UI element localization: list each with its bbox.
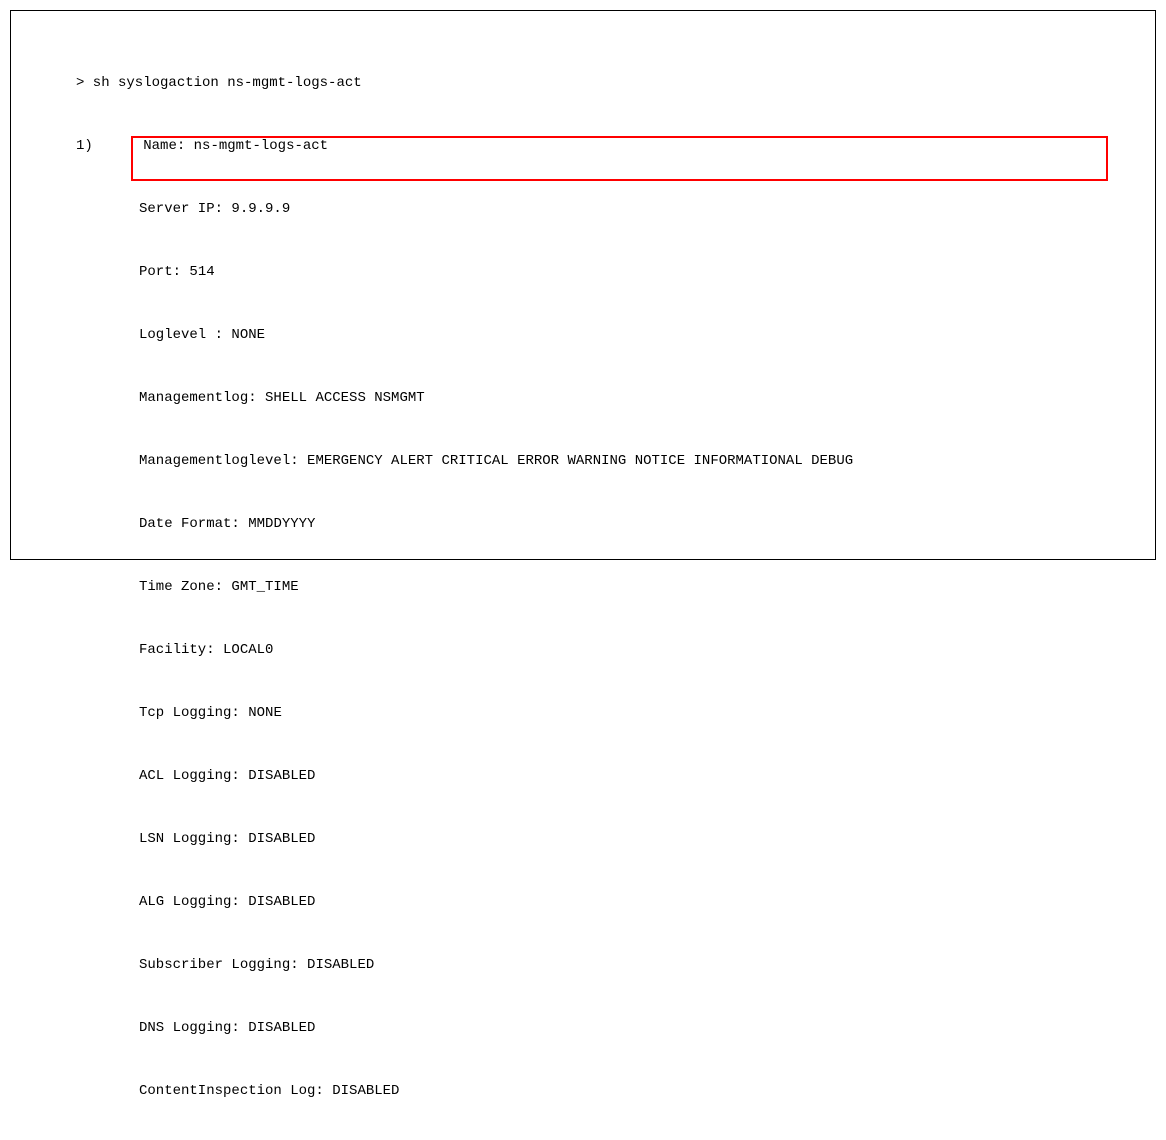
acl-logging-label: ACL Logging: [139, 768, 240, 784]
row-contentinspection-log: ContentInspection Log: DISABLED [76, 1081, 1140, 1102]
command-line: > sh syslogaction ns-mgmt-logs-act [76, 73, 1140, 94]
contentinspection-log-value: DISABLED [332, 1083, 399, 1099]
name-value: ns-mgmt-logs-act [194, 138, 328, 154]
port-value: 514 [189, 264, 214, 280]
terminal-container: > sh syslogaction ns-mgmt-logs-act 1) Na… [10, 10, 1156, 560]
result-row-name: 1) Name: ns-mgmt-logs-act [76, 136, 1140, 157]
row-acl-logging: ACL Logging: DISABLED [76, 766, 1140, 787]
facility-label: Facility: [139, 642, 215, 658]
row-alg-logging: ALG Logging: DISABLED [76, 892, 1140, 913]
dns-logging-label: DNS Logging: [139, 1020, 240, 1036]
terminal-output: > sh syslogaction ns-mgmt-logs-act 1) Na… [26, 31, 1140, 1140]
date-format-value: MMDDYYYY [248, 516, 315, 532]
acl-logging-value: DISABLED [248, 768, 315, 784]
alg-logging-label: ALG Logging: [139, 894, 240, 910]
managementloglevel-label: Managementloglevel: [139, 453, 299, 469]
loglevel-label: Loglevel : [139, 327, 223, 343]
lsn-logging-value: DISABLED [248, 831, 315, 847]
row-port: Port: 514 [76, 262, 1140, 283]
row-subscriber-logging: Subscriber Logging: DISABLED [76, 955, 1140, 976]
dns-logging-value: DISABLED [248, 1020, 315, 1036]
alg-logging-value: DISABLED [248, 894, 315, 910]
row-managementlog: Managementlog: SHELL ACCESS NSMGMT [76, 388, 1140, 409]
managementloglevel-value: EMERGENCY ALERT CRITICAL ERROR WARNING N… [307, 453, 853, 469]
row-managementloglevel: Managementloglevel: EMERGENCY ALERT CRIT… [76, 451, 1140, 472]
managementlog-value: SHELL ACCESS NSMGMT [265, 390, 425, 406]
managementlog-label: Managementlog: [139, 390, 257, 406]
row-lsn-logging: LSN Logging: DISABLED [76, 829, 1140, 850]
date-format-label: Date Format: [139, 516, 240, 532]
lsn-logging-label: LSN Logging: [139, 831, 240, 847]
time-zone-value: GMT_TIME [231, 579, 298, 595]
result-index: 1) [76, 138, 93, 154]
server-ip-label: Server IP: [139, 201, 223, 217]
row-server-ip: Server IP: 9.9.9.9 [76, 199, 1140, 220]
row-facility: Facility: LOCAL0 [76, 640, 1140, 661]
prompt-text: > sh syslogaction ns-mgmt-logs-act [76, 75, 362, 91]
port-label: Port: [139, 264, 181, 280]
tcp-logging-label: Tcp Logging: [139, 705, 240, 721]
server-ip-value: 9.9.9.9 [231, 201, 290, 217]
subscriber-logging-label: Subscriber Logging: [139, 957, 299, 973]
row-date-format: Date Format: MMDDYYYY [76, 514, 1140, 535]
row-loglevel: Loglevel : NONE [76, 325, 1140, 346]
name-label: Name: [143, 138, 185, 154]
tcp-logging-value: NONE [248, 705, 282, 721]
facility-value: LOCAL0 [223, 642, 273, 658]
loglevel-value: NONE [231, 327, 265, 343]
subscriber-logging-value: DISABLED [307, 957, 374, 973]
row-dns-logging: DNS Logging: DISABLED [76, 1018, 1140, 1039]
row-tcp-logging: Tcp Logging: NONE [76, 703, 1140, 724]
contentinspection-log-label: ContentInspection Log: [139, 1083, 324, 1099]
row-time-zone: Time Zone: GMT_TIME [76, 577, 1140, 598]
time-zone-label: Time Zone: [139, 579, 223, 595]
